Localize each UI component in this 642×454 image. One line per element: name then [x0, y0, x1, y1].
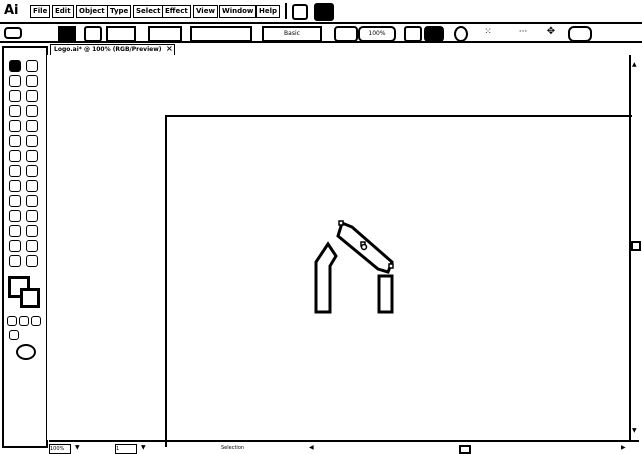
scroll-up-icon[interactable]: ▲	[632, 61, 637, 68]
horizontal-scrollbar: 100% ▼ 1 ▼ Selection ◀ ▶	[49, 440, 639, 454]
logo-right-stroke	[377, 274, 394, 314]
scroll-right-icon[interactable]: ▶	[621, 444, 626, 451]
selection-center	[360, 243, 368, 251]
scroll-down-icon[interactable]: ▼	[632, 427, 637, 434]
scroll-left-icon[interactable]: ◀	[309, 444, 314, 451]
logo-left-stroke	[314, 241, 338, 314]
artwork-layer	[314, 220, 394, 314]
artboard-nav-icon[interactable]: ▼	[141, 444, 146, 451]
vertical-scroll-thumb[interactable]	[631, 241, 641, 251]
selection-handle	[388, 263, 394, 269]
selection-handle	[338, 220, 344, 226]
zoom-dropdown-icon[interactable]: ▼	[75, 444, 80, 451]
current-tool-status: Selection	[221, 445, 245, 451]
vertical-scrollbar[interactable]: ▲ ▼	[629, 55, 641, 440]
